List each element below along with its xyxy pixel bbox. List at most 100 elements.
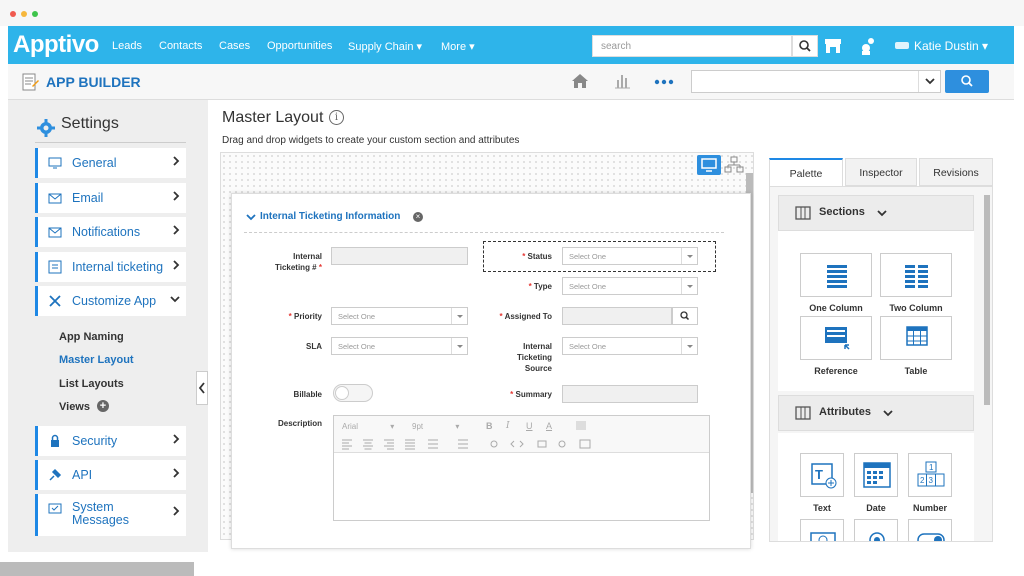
caret-down-icon	[451, 338, 467, 354]
tab-palette[interactable]: Palette	[769, 158, 843, 186]
global-search-input[interactable]: search	[592, 35, 792, 57]
sidebar-item-internal-ticketing[interactable]: Internal ticketing	[35, 252, 186, 282]
highlight-color-icon[interactable]	[576, 421, 586, 430]
widget-table[interactable]	[880, 316, 952, 360]
font-size-value: 9pt	[412, 422, 424, 431]
add-view-icon[interactable]: +	[97, 400, 109, 412]
sidebar-item-notifications[interactable]: Notifications	[35, 217, 186, 247]
desktop-view-button[interactable]	[697, 155, 721, 175]
label-summary: * Summary	[472, 389, 552, 400]
widget-text[interactable]: T	[800, 453, 844, 497]
apptivo-logo[interactable]: Apptivo	[13, 31, 99, 59]
chevron-down-icon[interactable]	[918, 71, 940, 92]
reference-icon	[825, 327, 850, 350]
sidebar-item-system-messages[interactable]: System Messages	[35, 494, 186, 536]
gear-icon	[37, 119, 55, 137]
sitemap-icon	[724, 156, 744, 173]
font-family-value: Arial	[342, 422, 359, 431]
attributes-header[interactable]: Attributes	[778, 395, 974, 431]
columns-icon	[795, 406, 811, 420]
font-family-select[interactable]: Arial ▾	[342, 422, 402, 431]
nav-cases[interactable]: Cases	[219, 40, 250, 52]
collapse-sidebar-handle[interactable]	[196, 371, 208, 405]
tab-inspector[interactable]: Inspector	[845, 158, 917, 186]
sidebar-item-email[interactable]: Email	[35, 183, 186, 213]
sidebar-item-label: Email	[72, 191, 104, 205]
sub-item-app-naming[interactable]: App Naming	[59, 331, 124, 343]
nav-supply-chain[interactable]: Supply Chain ▾	[348, 40, 422, 53]
caret-down-icon	[681, 278, 697, 294]
widget-reference[interactable]	[800, 316, 872, 360]
label-status: * Status	[497, 251, 552, 262]
bold-icon[interactable]: B	[486, 421, 493, 431]
browser-frame: Apptivo Leads Contacts Cases Opportuniti…	[0, 0, 1024, 576]
section-title[interactable]: Internal Ticketing Information	[260, 211, 400, 222]
sidebar-item-general[interactable]: General	[35, 148, 186, 178]
billable-toggle[interactable]	[333, 384, 373, 402]
layout-canvas[interactable]: Internal Ticketing Information × Interna…	[220, 152, 754, 549]
minimize-window-icon[interactable]	[21, 11, 27, 17]
label-type: * Type	[497, 281, 552, 292]
nav-leads[interactable]: Leads	[112, 40, 142, 52]
nav-more-label: More	[441, 41, 467, 53]
widget-toggle[interactable]	[908, 519, 952, 541]
priority-select[interactable]: Select One	[331, 307, 468, 325]
source-select[interactable]: Select One	[562, 337, 698, 355]
home-icon[interactable]	[570, 72, 590, 90]
app-search-button[interactable]	[945, 70, 989, 93]
palette-scrollbar[interactable]	[984, 195, 990, 405]
reports-icon[interactable]	[612, 71, 632, 91]
internal-ticketing-no-field[interactable]	[331, 247, 468, 265]
underline-icon[interactable]: U	[526, 421, 533, 431]
hierarchy-view-button[interactable]	[722, 155, 746, 175]
section-card[interactable]: Internal Ticketing Information × Interna…	[231, 193, 751, 549]
widget-label: Table	[904, 366, 928, 376]
nav-opportunities[interactable]: Opportunities	[267, 40, 332, 52]
close-window-icon[interactable]	[10, 11, 16, 17]
widget-one-column[interactable]	[800, 253, 872, 297]
caret-down-icon	[451, 308, 467, 324]
type-select[interactable]: Select One	[562, 277, 698, 295]
assigned-to-field[interactable]	[562, 307, 672, 325]
widget-two-column[interactable]	[880, 253, 952, 297]
info-icon[interactable]: i	[329, 110, 344, 125]
search-button[interactable]	[792, 35, 818, 57]
more-options-icon[interactable]	[654, 77, 674, 87]
chevron-right-icon	[173, 260, 180, 270]
sub-item-master-layout[interactable]: Master Layout	[59, 354, 134, 366]
tab-revisions[interactable]: Revisions	[919, 158, 993, 186]
widget-radio[interactable]	[854, 519, 898, 541]
nav-contacts[interactable]: Contacts	[159, 40, 202, 52]
sections-header[interactable]: Sections	[778, 195, 974, 231]
user-settings-icon[interactable]	[859, 36, 877, 56]
status-select[interactable]: Select One	[562, 247, 698, 265]
sidebar-item-customize-app[interactable]: Customize App	[35, 286, 186, 316]
maximize-window-icon[interactable]	[32, 11, 38, 17]
sub-item-list-layouts[interactable]: List Layouts	[59, 378, 124, 390]
sidebar-item-security[interactable]: Security	[35, 426, 186, 456]
search-icon	[799, 40, 811, 52]
italic-icon[interactable]: I	[506, 421, 510, 431]
chevron-down-icon[interactable]	[246, 213, 256, 221]
widget-currency[interactable]	[800, 519, 844, 541]
remove-section-icon[interactable]: ×	[413, 212, 423, 222]
summary-field[interactable]	[562, 385, 698, 403]
store-icon[interactable]	[824, 37, 842, 55]
user-menu[interactable]: Katie Dustin ▾	[914, 39, 988, 53]
sla-select[interactable]: Select One	[331, 337, 468, 355]
search-icon	[961, 75, 973, 87]
widget-label: Reference	[814, 366, 858, 376]
nav-more[interactable]: More ▾	[441, 40, 475, 53]
sub-item-views[interactable]: Views	[59, 401, 90, 413]
widget-date[interactable]	[854, 453, 898, 497]
font-color-icon[interactable]: A	[546, 421, 552, 431]
app-search-input[interactable]	[691, 70, 941, 93]
label-priority: * Priority	[262, 311, 322, 322]
widget-number[interactable]: 123	[908, 453, 952, 497]
description-editor[interactable]: Arial ▾ 9pt ▾ B I U A	[333, 415, 710, 521]
horizontal-scrollbar[interactable]	[0, 562, 194, 576]
font-size-select[interactable]: 9pt ▾	[412, 422, 472, 431]
assigned-to-search-button[interactable]	[672, 307, 698, 325]
sidebar-item-api[interactable]: API	[35, 460, 186, 490]
plug-icon	[49, 468, 62, 481]
